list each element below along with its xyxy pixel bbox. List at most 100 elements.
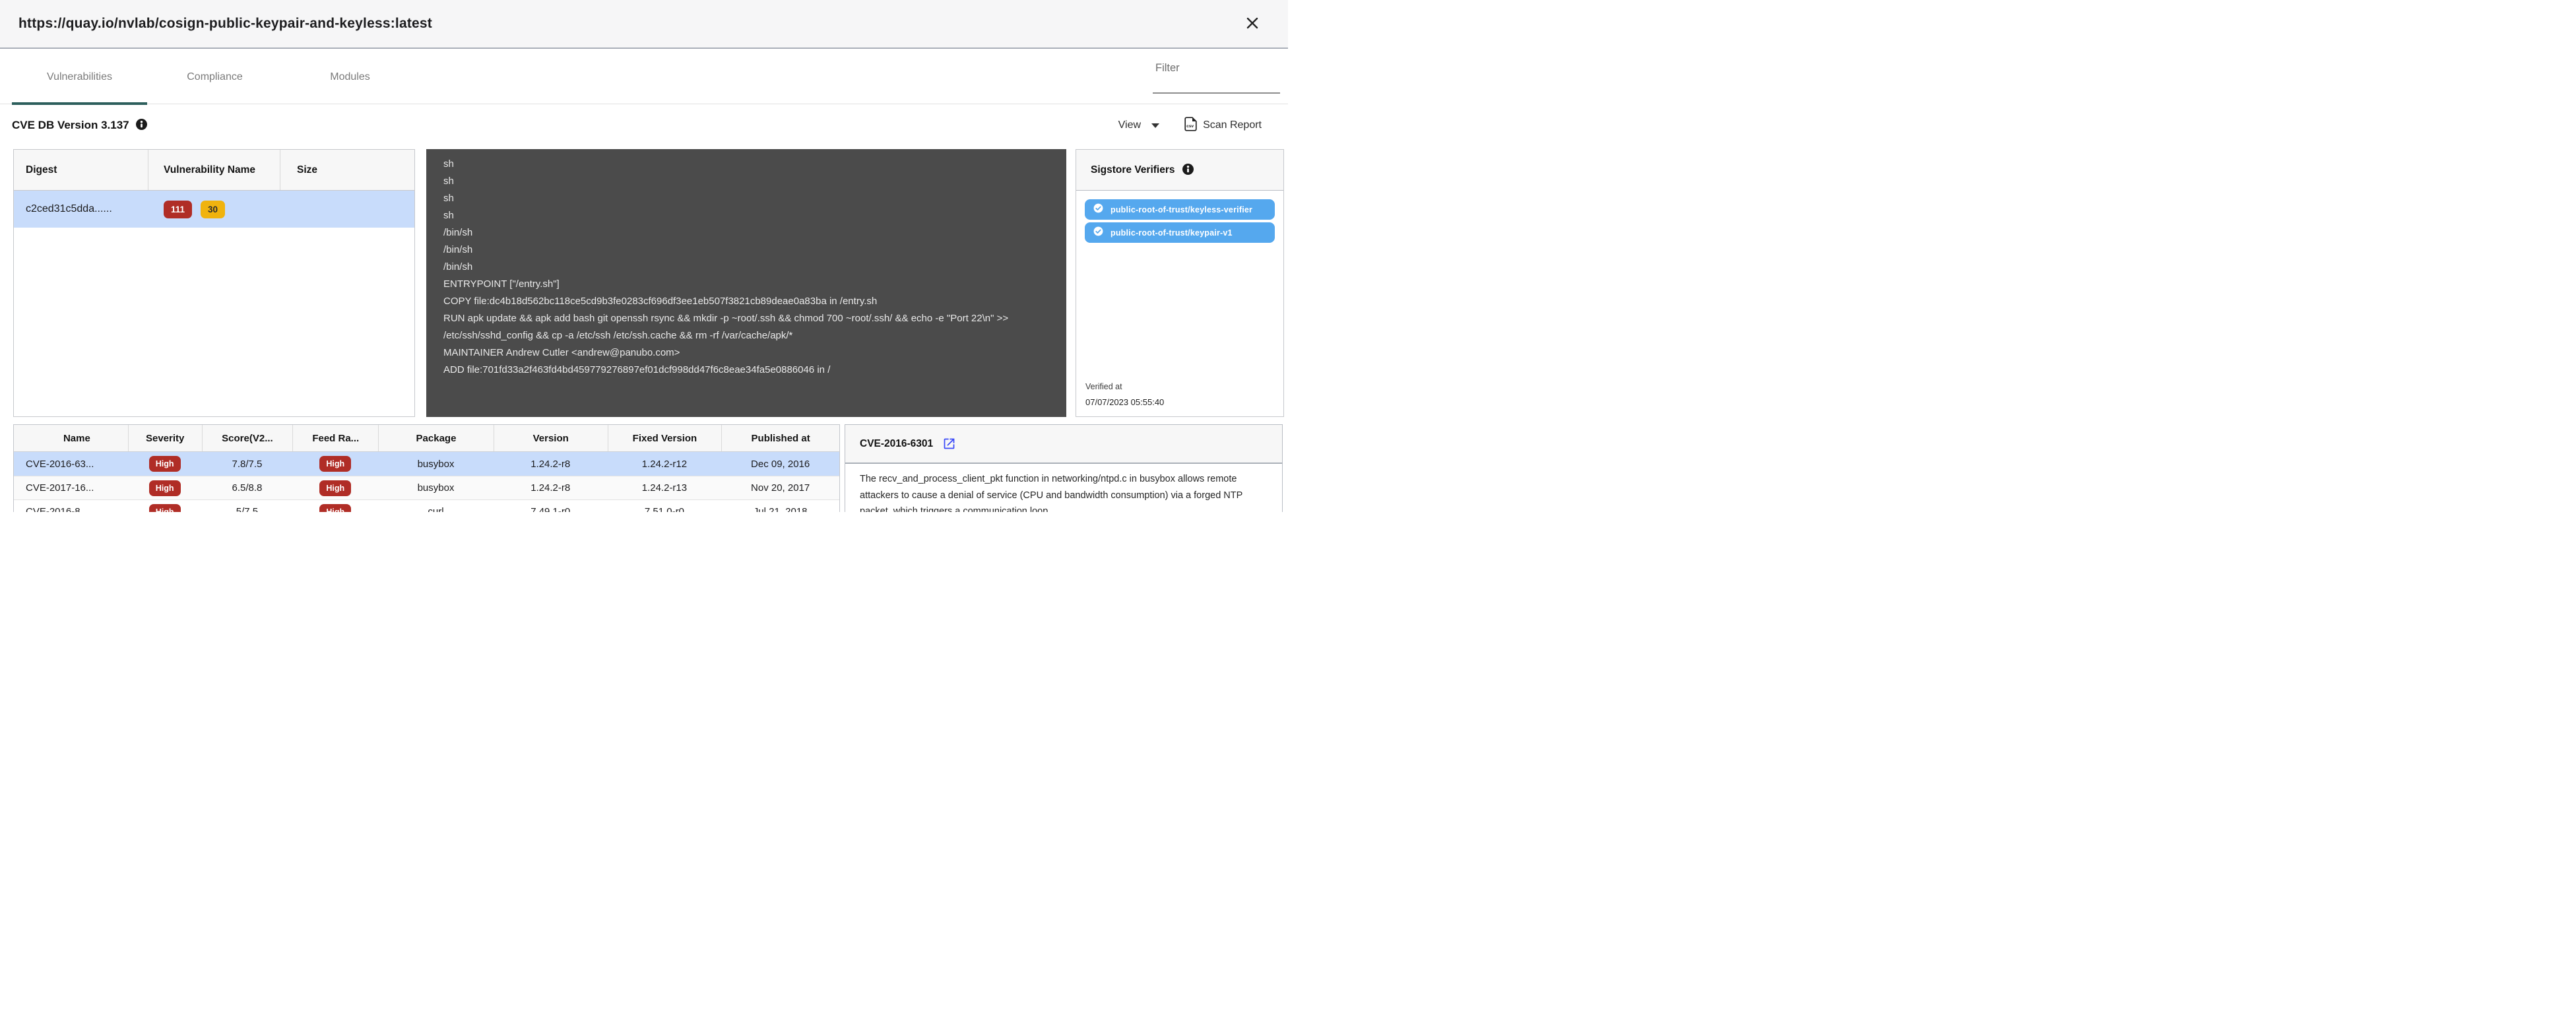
vuln-fixed-version: 1.24.2-r12 [608, 459, 722, 470]
view-dropdown-label: View [1118, 119, 1141, 131]
image-scan-dialog: https://quay.io/nvlab/cosign-public-keyp… [0, 0, 1288, 512]
tab-compliance-label: Compliance [187, 71, 242, 83]
tab-bar: Vulnerabilities Compliance Modules [0, 50, 1288, 104]
vulnerability-row[interactable]: CVE-2016-8... High 5/7.5 High curl 7.49.… [14, 499, 839, 512]
severity-col-header: Severity [128, 425, 202, 451]
vuln-fixed-version: 7.51.0-r0 [608, 506, 722, 512]
fixed-version-col-header: Fixed Version [608, 425, 722, 451]
sigstore-footer: Verified at 07/07/2023 05:55:40 [1076, 382, 1283, 416]
vuln-version: 1.24.2-r8 [494, 482, 608, 494]
tab-list: Vulnerabilities Compliance Modules [12, 50, 418, 104]
verified-check-icon [1093, 203, 1103, 216]
sigstore-verifier-list: public-root-of-trust/keyless-verifier pu… [1076, 191, 1283, 382]
info-icon [136, 119, 147, 132]
history-line: sh [443, 173, 1049, 190]
verifier-badge-keypair: public-root-of-trust/keypair-v1 [1085, 222, 1275, 243]
history-line: /bin/sh [443, 241, 1049, 259]
tab-vulnerabilities-label: Vulnerabilities [47, 71, 112, 83]
severity-badge: High [149, 504, 181, 513]
history-line: sh [443, 156, 1049, 173]
verified-at-timestamp: 07/07/2023 05:55:40 [1085, 397, 1283, 407]
vuln-published-at: Jul 21, 2018 [721, 506, 839, 512]
verifier-label: public-root-of-trust/keypair-v1 [1111, 228, 1233, 238]
score-col-header: Score(V2... [202, 425, 293, 451]
digest-col-header: Digest [14, 150, 148, 190]
verifier-badge-keyless: public-root-of-trust/keyless-verifier [1085, 199, 1275, 220]
sigstore-title: Sigstore Verifiers [1091, 164, 1175, 176]
vuln-score: 5/7.5 [202, 506, 293, 512]
vulnerability-row-selected[interactable]: CVE-2016-63... High 7.8/7.5 High busybox… [14, 452, 839, 476]
cve-external-link[interactable] [942, 437, 956, 451]
cve-description: The recv_and_process_client_pkt function… [860, 471, 1266, 512]
docker-history-panel[interactable]: sh sh sh sh /bin/sh /bin/sh /bin/sh ENTR… [426, 149, 1066, 417]
vuln-version: 1.24.2-r8 [494, 459, 608, 470]
vulnerability-row[interactable]: CVE-2017-16... High 6.5/8.8 High busybox… [14, 476, 839, 499]
dialog-header: https://quay.io/nvlab/cosign-public-keyp… [0, 0, 1288, 49]
history-line: ADD file:701fd33a2f463fd4bd459779276897e… [443, 362, 1049, 379]
toolbar: CVE DB Version 3.137 View csv [0, 104, 1288, 146]
info-icon [1182, 164, 1194, 177]
toolbar-actions: View csv Scan Report [1118, 104, 1262, 146]
verified-at-label: Verified at [1085, 382, 1283, 391]
vuln-fixed-version: 1.24.2-r13 [608, 482, 722, 494]
sigstore-header: Sigstore Verifiers [1076, 150, 1283, 191]
medium-count-badge: 30 [201, 201, 225, 218]
vuln-package: busybox [378, 482, 494, 494]
tab-modules-label: Modules [330, 71, 370, 83]
cve-db-info-button[interactable] [136, 119, 147, 132]
vuln-name: CVE-2016-8... [14, 506, 128, 512]
sigstore-info-button[interactable] [1182, 164, 1194, 177]
vuln-published-at: Dec 09, 2016 [721, 459, 839, 470]
name-col-header: Name [14, 425, 128, 451]
cve-description-area: The recv_and_process_client_pkt function… [845, 464, 1282, 512]
image-url-title: https://quay.io/nvlab/cosign-public-keyp… [18, 16, 432, 32]
vuln-version: 7.49.1-r0 [494, 506, 608, 512]
cve-db-version-label: CVE DB Version 3.137 [12, 119, 129, 132]
history-line: RUN apk update && apk add bash git opens… [443, 310, 1049, 344]
history-line: sh [443, 207, 1049, 224]
vuln-name: CVE-2016-63... [14, 459, 128, 470]
csv-file-icon: csv [1184, 117, 1197, 135]
feed-rating-col-header: Feed Ra... [292, 425, 378, 451]
view-dropdown[interactable]: View [1118, 119, 1159, 131]
digest-value: c2ced31c5dda...... [14, 203, 148, 215]
history-line: ENTRYPOINT ["/entry.sh"] [443, 276, 1049, 293]
severity-badge: High [149, 456, 181, 472]
scan-report-button[interactable]: csv Scan Report [1184, 117, 1262, 135]
cve-db-version: CVE DB Version 3.137 [12, 119, 147, 132]
high-count-badge: 111 [164, 201, 192, 218]
history-line: MAINTAINER Andrew Cutler <andrew@panubo.… [443, 344, 1049, 362]
verified-check-icon [1093, 226, 1103, 240]
digest-row-selected[interactable]: c2ced31c5dda...... 111 30 [14, 191, 414, 228]
tab-modules[interactable]: Modules [282, 50, 418, 104]
tab-vulnerabilities[interactable]: Vulnerabilities [12, 50, 147, 104]
chevron-down-icon [1151, 123, 1159, 128]
cve-detail-header: CVE-2016-6301 [845, 425, 1282, 464]
vulnerability-name-col-header: Vulnerability Name [148, 150, 280, 190]
cve-detail-panel: CVE-2016-6301 The recv_and_process_clien… [845, 424, 1283, 512]
vuln-score: 6.5/8.8 [202, 482, 293, 494]
tab-compliance[interactable]: Compliance [147, 50, 282, 104]
svg-text:csv: csv [1186, 124, 1194, 129]
version-col-header: Version [494, 425, 608, 451]
vuln-package: busybox [378, 459, 494, 470]
history-line: /bin/sh [443, 224, 1049, 241]
vuln-name: CVE-2017-16... [14, 482, 128, 494]
filter-input[interactable] [1153, 59, 1280, 94]
vuln-package: curl [378, 506, 494, 512]
history-line: sh [443, 190, 1049, 207]
verifier-label: public-root-of-trust/keyless-verifier [1111, 205, 1252, 214]
digest-table-header: Digest Vulnerability Name Size [14, 150, 414, 191]
filter-field-wrap [1153, 59, 1280, 94]
vulnerability-table-header: Name Severity Score(V2... Feed Ra... Pac… [14, 425, 839, 452]
sigstore-verifiers-panel: Sigstore Verifiers public-root-of-trust/… [1076, 149, 1284, 417]
cve-id: CVE-2016-6301 [860, 438, 933, 450]
close-icon [1245, 16, 1260, 32]
digest-table: Digest Vulnerability Name Size c2ced31c5… [13, 149, 415, 417]
close-button[interactable] [1243, 15, 1262, 33]
size-col-header: Size [280, 150, 414, 190]
severity-badge: High [149, 480, 181, 496]
feed-rating-badge: High [319, 456, 351, 472]
feed-rating-badge: High [319, 504, 351, 513]
vulnerability-table: Name Severity Score(V2... Feed Ra... Pac… [13, 424, 840, 512]
